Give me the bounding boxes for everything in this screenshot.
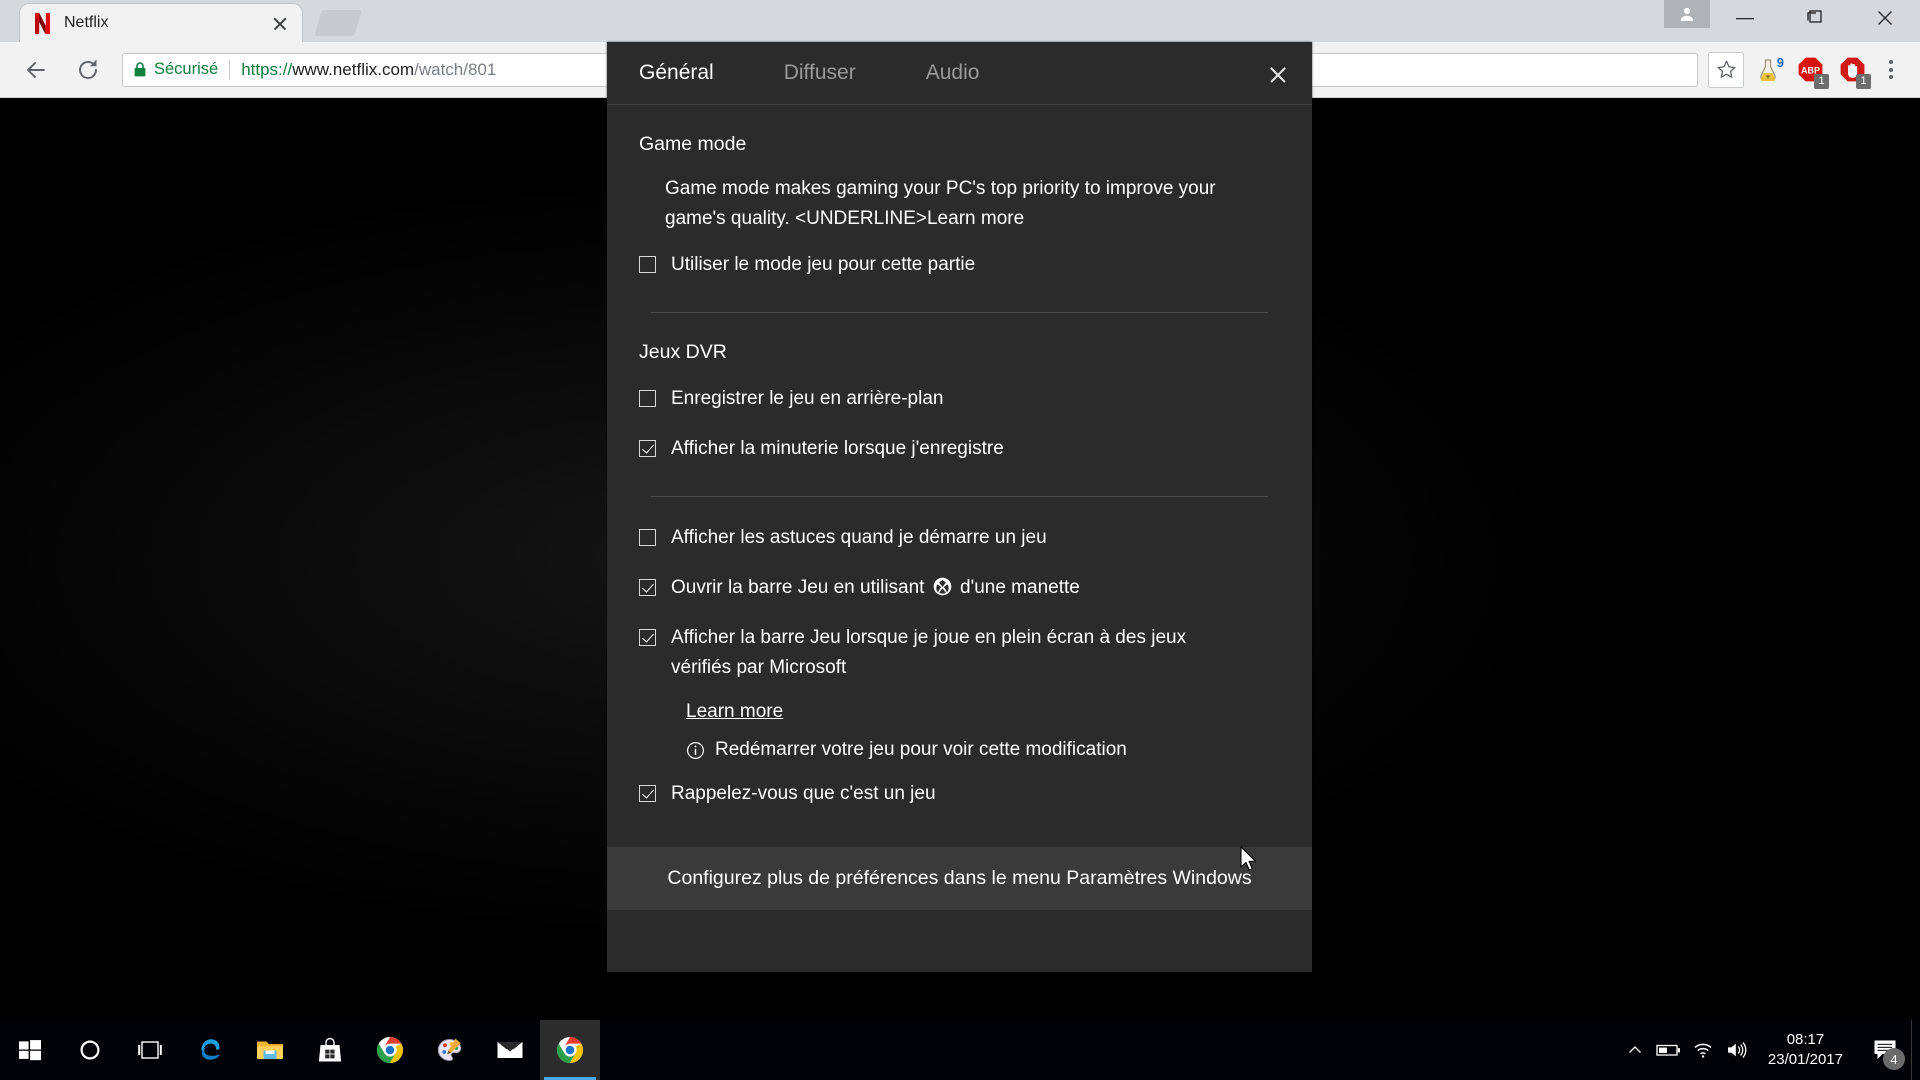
checkbox-box[interactable] (639, 579, 656, 596)
clock-time: 08:17 (1786, 1031, 1825, 1048)
tab-general[interactable]: Général (639, 61, 714, 85)
info-circle-icon (686, 741, 705, 760)
checkbox-box[interactable] (639, 440, 656, 457)
bookmark-star-icon[interactable] (1708, 51, 1744, 88)
section-dvr: Jeux DVR Enregistrer le jeu en arrière-p… (607, 313, 1312, 497)
learn-more-link[interactable]: Learn more (686, 701, 783, 723)
game-bar-settings-flyout: Général Diffuser Audio Game mode Game mo… (607, 42, 1312, 972)
action-center-icon[interactable]: 4 (1859, 1020, 1911, 1080)
close-icon[interactable] (270, 13, 290, 33)
flask-experiment-icon[interactable]: 9 (1750, 52, 1786, 88)
minimize-button[interactable] (1710, 0, 1780, 36)
checkbox-box[interactable] (639, 629, 656, 646)
system-tray: 08:17 23/01/2017 4 (1618, 1020, 1920, 1080)
cortana-button[interactable] (60, 1020, 120, 1080)
info-note-text: Redémarrer votre jeu pour voir cette mod… (715, 739, 1127, 760)
checkbox-use-game-mode[interactable]: Utiliser le mode jeu pour cette partie (639, 240, 1280, 290)
checkbox-box[interactable] (639, 256, 656, 273)
secure-label: Sécurisé (154, 60, 219, 78)
checkbox-box[interactable] (639, 529, 656, 546)
checkbox-box[interactable] (639, 785, 656, 802)
windows-settings-link[interactable]: Configurez plus de préférences dans le m… (607, 847, 1312, 910)
section-title-dvr: Jeux DVR (639, 341, 727, 363)
url-host: www.netflix.com (292, 59, 415, 79)
chrome-menu-icon[interactable] (1876, 52, 1906, 88)
flask-badge: 9 (1776, 54, 1784, 70)
windows-taskbar: 08:17 23/01/2017 4 (0, 1020, 1920, 1080)
tab-diffuser[interactable]: Diffuser (784, 61, 856, 85)
checkbox-record-background[interactable]: Enregistrer le jeu en arrière-plan (639, 374, 1280, 424)
notification-badge: 4 (1883, 1048, 1905, 1070)
checkbox-label: Enregistrer le jeu en arrière-plan (671, 388, 944, 409)
show-desktop-button[interactable] (1911, 1020, 1920, 1080)
mail-button[interactable] (480, 1020, 540, 1080)
netflix-icon (32, 12, 52, 34)
taskbar-clock[interactable]: 08:17 23/01/2017 (1754, 1030, 1859, 1070)
checkbox-show-timer[interactable]: Afficher la minuterie lorsque j'enregist… (639, 424, 1280, 474)
lock-icon (133, 61, 147, 78)
clock-date: 23/01/2017 (1767, 1051, 1843, 1068)
checkbox-label: Afficher la minuterie lorsque j'enregist… (671, 438, 1004, 459)
screen: Netflix Sécurisé https://www.netflix.com… (0, 0, 1920, 1080)
edge-button[interactable] (180, 1020, 240, 1080)
close-window-button[interactable] (1850, 0, 1920, 36)
omnibox-separator (229, 59, 231, 80)
adblock-plus-icon[interactable]: ABP 1 (1792, 52, 1829, 89)
account-icon[interactable] (1664, 0, 1710, 28)
flyout-body: Game mode Game mode makes gaming your PC… (607, 105, 1312, 910)
blocker-hand-icon[interactable]: 1 (1834, 52, 1871, 89)
close-icon[interactable] (1258, 54, 1298, 94)
checkbox-label: Ouvrir la barre Jeu en utilisant d'une m… (671, 573, 1231, 603)
checkbox-show-tips[interactable]: Afficher les astuces quand je démarre un… (639, 513, 1280, 563)
checkbox-open-gamebar-controller[interactable]: Ouvrir la barre Jeu en utilisant d'une m… (639, 563, 1280, 613)
back-arrow-icon[interactable] (14, 48, 58, 92)
window-controls (1664, 0, 1920, 42)
checkbox-label-before: Ouvrir la barre Jeu en utilisant (671, 577, 930, 598)
url-scheme: https:// (241, 59, 293, 79)
volume-icon[interactable] (1720, 1020, 1754, 1080)
chrome-button[interactable] (360, 1020, 420, 1080)
checkbox-label: Afficher la barre Jeu lorsque je joue en… (671, 627, 1187, 678)
info-note: Redémarrer votre jeu pour voir cette mod… (686, 739, 1280, 765)
new-tab-button[interactable] (314, 10, 362, 36)
flyout-header: Général Diffuser Audio (607, 42, 1312, 105)
blocker-badge: 1 (1856, 73, 1871, 89)
checkbox-remember-game[interactable]: Rappelez-vous que c'est un jeu (639, 765, 1280, 819)
xbox-icon (933, 576, 952, 596)
battery-icon[interactable] (1652, 1020, 1686, 1080)
task-view-button[interactable] (120, 1020, 180, 1080)
browser-tab-title: Netflix (64, 14, 109, 31)
file-explorer-button[interactable] (240, 1020, 300, 1080)
section-misc: Afficher les astuces quand je démarre un… (607, 497, 1312, 819)
checkbox-label: Utiliser le mode jeu pour cette partie (671, 254, 976, 275)
wifi-icon[interactable] (1686, 1020, 1720, 1080)
chevron-up-icon[interactable] (1618, 1020, 1652, 1080)
tab-audio[interactable]: Audio (926, 61, 980, 85)
url-path: /watch/801 (414, 59, 497, 79)
checkbox-label-after: d'une manette (954, 577, 1080, 598)
section-title-game-mode: Game mode (639, 133, 747, 155)
browser-tab-netflix[interactable]: Netflix (20, 4, 302, 42)
browser-tab-strip: Netflix (0, 0, 1920, 42)
checkbox-show-gamebar-fullscreen[interactable]: Afficher la barre Jeu lorsque je joue en… (639, 613, 1280, 693)
chrome-active-button[interactable] (540, 1020, 600, 1080)
start-button[interactable] (0, 1020, 60, 1080)
maximize-button[interactable] (1780, 0, 1850, 36)
section-game-mode: Game mode Game mode makes gaming your PC… (607, 105, 1312, 313)
game-mode-description: Game mode makes gaming your PC's top pri… (665, 178, 1216, 229)
adblock-badge: 1 (1814, 73, 1829, 89)
checkbox-label: Rappelez-vous que c'est un jeu (671, 783, 936, 804)
reload-icon[interactable] (66, 48, 110, 92)
checkbox-box[interactable] (639, 390, 656, 407)
paint3d-button[interactable] (420, 1020, 480, 1080)
store-button[interactable] (300, 1020, 360, 1080)
checkbox-label: Afficher les astuces quand je démarre un… (671, 527, 1047, 548)
flyout-tabs: Général Diffuser Audio (607, 42, 1312, 104)
